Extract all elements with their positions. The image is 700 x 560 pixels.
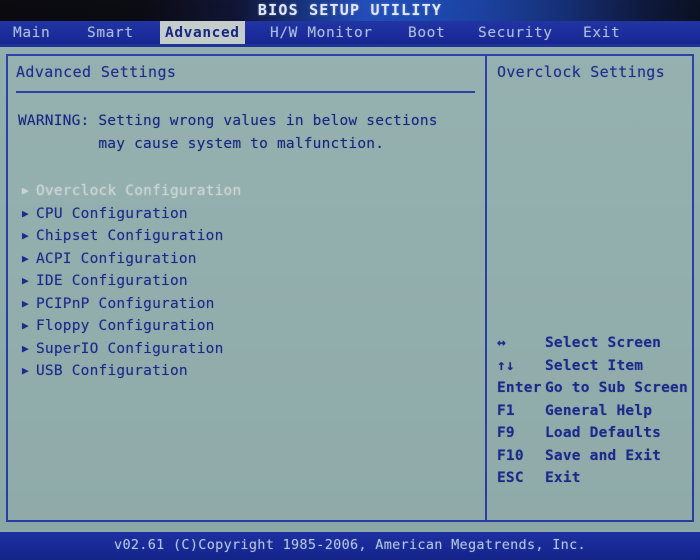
- key-cap: ↔: [497, 335, 506, 351]
- key-action-label: Save and Exit: [545, 447, 662, 464]
- key-action-label: Exit: [545, 470, 581, 486]
- list-item-label: Overclock Configuration: [36, 183, 242, 199]
- key-action-label: Go to Sub Screen: [545, 380, 688, 396]
- section-title: Advanced Settings: [16, 63, 177, 81]
- submenu-arrow-icon: ▶: [22, 274, 29, 287]
- key-cap: ESC: [497, 470, 524, 486]
- left-pane: Advanced Settings WARNING: Setting wrong…: [8, 56, 485, 520]
- submenu-arrow-icon: ▶: [22, 184, 29, 197]
- list-item[interactable]: ▶ SuperIO Configuration: [8, 338, 485, 361]
- warning-line-1: WARNING: Setting wrong values in below s…: [18, 113, 438, 129]
- help-title: Overclock Settings: [497, 63, 665, 81]
- list-item-label: IDE Configuration: [36, 273, 188, 289]
- key-legend-row: Enter Go to Sub Screen: [487, 377, 692, 400]
- list-item-label: ACPI Configuration: [36, 250, 197, 267]
- footer-bar: v02.61 (C)Copyright 1985-2006, American …: [0, 532, 700, 560]
- list-item[interactable]: ▶ CPU Configuration: [8, 203, 485, 226]
- config-menu-list: ▶ Overclock Configuration ▶ CPU Configurati…: [8, 180, 485, 383]
- key-cap: Enter: [497, 380, 542, 396]
- menu-tab-smart[interactable]: Smart: [82, 21, 139, 47]
- list-item-label: Floppy Configuration: [36, 318, 215, 334]
- menu-tab-main[interactable]: Main: [8, 21, 55, 47]
- submenu-arrow-icon: ▶: [22, 364, 29, 377]
- key-legend-row: F1 General Help: [487, 400, 692, 423]
- key-legend-row: F9 Load Defaults: [487, 422, 692, 445]
- list-item[interactable]: ▶ PCIPnP Configuration: [8, 293, 485, 316]
- menu-bar: Main Smart Advanced H/W Monitor Boot Security…: [0, 21, 700, 47]
- submenu-arrow-icon: ▶: [22, 251, 29, 265]
- key-cap: F1: [497, 402, 515, 419]
- submenu-arrow-icon: ▶: [22, 229, 29, 242]
- menu-tab-advanced[interactable]: Advanced: [160, 21, 245, 47]
- horizontal-divider: [16, 91, 475, 93]
- key-cap: F10: [497, 447, 524, 464]
- list-item-label: USB Configuration: [36, 363, 188, 379]
- content-frame: Advanced Settings WARNING: Setting wrong…: [6, 54, 694, 522]
- key-action-label: Select Item: [545, 357, 644, 374]
- submenu-arrow-icon: ▶: [22, 341, 29, 355]
- key-action-label: Select Screen: [545, 335, 662, 351]
- list-item[interactable]: ▶ IDE Configuration: [8, 270, 485, 293]
- key-cap: F9: [497, 425, 515, 441]
- menu-tab-h-w-monitor[interactable]: H/W Monitor: [265, 21, 378, 47]
- key-action-label: General Help: [545, 402, 653, 419]
- key-legend-list: ↔ Select Screen ↑↓ Select Item Enter Go to Su…: [487, 332, 692, 490]
- right-pane: Overclock Settings ↔ Select Screen ↑↓ Selec…: [487, 56, 692, 520]
- bios-screen: BIOS SETUP UTILITY Main Smart Advanced H/W …: [0, 0, 700, 560]
- list-item-label: PCIPnP Configuration: [36, 295, 215, 312]
- page-title: BIOS SETUP UTILITY: [257, 1, 443, 19]
- key-cap: ↑↓: [497, 357, 515, 374]
- menu-tab-exit[interactable]: Exit: [578, 21, 625, 47]
- list-item[interactable]: ▶ Overclock Configuration: [8, 180, 485, 203]
- submenu-arrow-icon: ▶: [22, 319, 29, 332]
- key-action-label: Load Defaults: [545, 425, 662, 441]
- menu-tab-boot[interactable]: Boot: [403, 21, 450, 47]
- list-item[interactable]: ▶ Chipset Configuration: [8, 225, 485, 248]
- title-bar: BIOS SETUP UTILITY: [0, 0, 700, 21]
- list-item-label: CPU Configuration: [36, 205, 188, 222]
- key-legend-row: F10 Save and Exit: [487, 445, 692, 468]
- key-legend-row: ↔ Select Screen: [487, 332, 692, 355]
- key-legend-row: ESC Exit: [487, 467, 692, 490]
- warning-line-2: may cause system to malfunction.: [18, 136, 385, 152]
- list-item[interactable]: ▶ ACPI Configuration: [8, 248, 485, 271]
- submenu-arrow-icon: ▶: [22, 206, 29, 220]
- list-item[interactable]: ▶ Floppy Configuration: [8, 315, 485, 338]
- menu-tab-security[interactable]: Security: [473, 21, 558, 47]
- list-item-label: SuperIO Configuration: [36, 340, 224, 357]
- submenu-arrow-icon: ▶: [22, 296, 29, 310]
- list-item-label: Chipset Configuration: [36, 228, 224, 244]
- key-legend-row: ↑↓ Select Item: [487, 355, 692, 378]
- list-item[interactable]: ▶ USB Configuration: [8, 360, 485, 383]
- copyright-text: v02.61 (C)Copyright 1985-2006, American …: [114, 537, 586, 553]
